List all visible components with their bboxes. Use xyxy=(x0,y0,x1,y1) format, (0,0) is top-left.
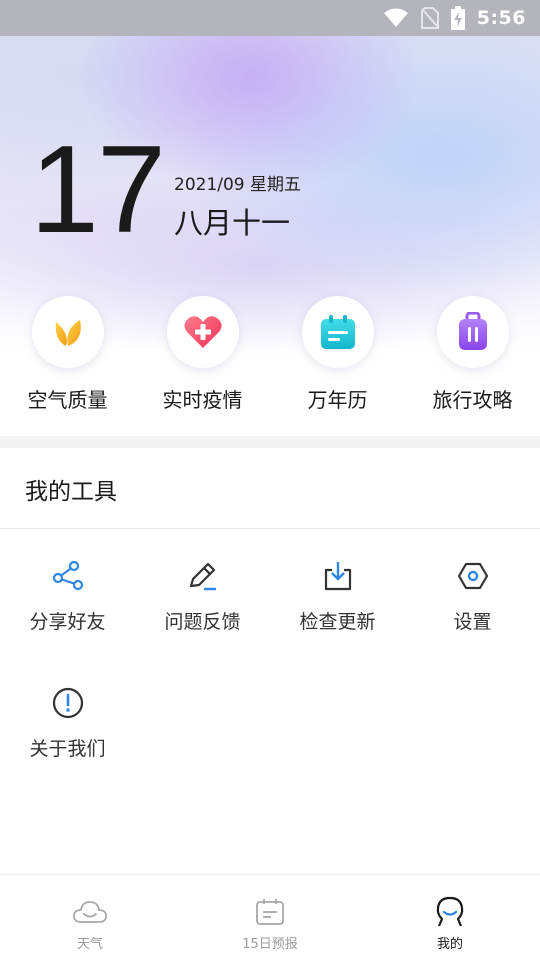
divider xyxy=(0,528,540,529)
tool-check-update[interactable]: 检查更新 xyxy=(270,559,405,659)
tool-about-us[interactable]: 关于我们 xyxy=(0,686,135,786)
status-time: 5:56 xyxy=(476,7,526,29)
quick-action-epidemic[interactable]: 实时疫情 xyxy=(135,296,270,426)
suitcase-icon xyxy=(436,296,509,368)
date-header: 17 2021/09 星期五 八月十一 空气质量 实时疫情 万年历 旅行攻略 xyxy=(0,36,540,436)
date-weekday: 2021/09 星期五 xyxy=(174,175,302,195)
tool-label: 问题反馈 xyxy=(164,611,241,633)
quick-action-label: 万年历 xyxy=(307,388,368,412)
tool-label: 关于我们 xyxy=(29,738,106,760)
tool-label: 检查更新 xyxy=(299,611,376,633)
quick-action-air-quality[interactable]: 空气质量 xyxy=(0,296,135,426)
quick-actions: 空气质量 实时疫情 万年历 旅行攻略 xyxy=(0,296,540,426)
tool-feedback[interactable]: 问题反馈 xyxy=(135,559,270,659)
section-divider xyxy=(0,436,540,448)
profile-icon xyxy=(433,895,467,929)
cloud-icon xyxy=(73,895,107,929)
calendar-icon xyxy=(301,296,374,368)
nav-tab-15-day-forecast[interactable]: 15日预报 xyxy=(180,875,360,960)
quick-action-label: 空气质量 xyxy=(27,388,108,412)
nav-label: 15日预报 xyxy=(242,937,298,952)
forecast-calendar-icon xyxy=(253,895,287,929)
quick-action-label: 实时疫情 xyxy=(162,388,243,412)
status-bar: 5:56 xyxy=(0,0,540,36)
tool-label: 分享好友 xyxy=(29,611,106,633)
quick-action-travel[interactable]: 旅行攻略 xyxy=(405,296,540,426)
download-icon xyxy=(321,559,355,593)
bottom-nav: 天气 15日预报 我的 xyxy=(0,874,540,960)
wifi-icon xyxy=(383,8,409,28)
nav-label: 天气 xyxy=(76,937,103,952)
settings-hexagon-icon xyxy=(456,559,490,593)
lunar-date: 八月十一 xyxy=(174,206,291,240)
no-sim-icon xyxy=(420,7,439,29)
quick-action-calendar[interactable]: 万年历 xyxy=(270,296,405,426)
leaf-icon xyxy=(31,296,104,368)
tool-share-friends[interactable]: 分享好友 xyxy=(0,559,135,659)
battery-charging-icon xyxy=(450,6,465,30)
day-number: 17 xyxy=(30,121,166,259)
share-icon xyxy=(51,559,85,593)
edit-icon xyxy=(186,559,220,593)
heart-plus-icon xyxy=(166,296,239,368)
quick-action-label: 旅行攻略 xyxy=(432,388,513,412)
nav-tab-weather[interactable]: 天气 xyxy=(0,875,180,960)
tool-label: 设置 xyxy=(453,611,492,633)
tool-settings[interactable]: 设置 xyxy=(405,559,540,659)
nav-tab-mine[interactable]: 我的 xyxy=(360,875,540,960)
info-icon xyxy=(51,686,85,720)
nav-label: 我的 xyxy=(436,937,463,952)
tools-section-title: 我的工具 xyxy=(25,479,117,505)
